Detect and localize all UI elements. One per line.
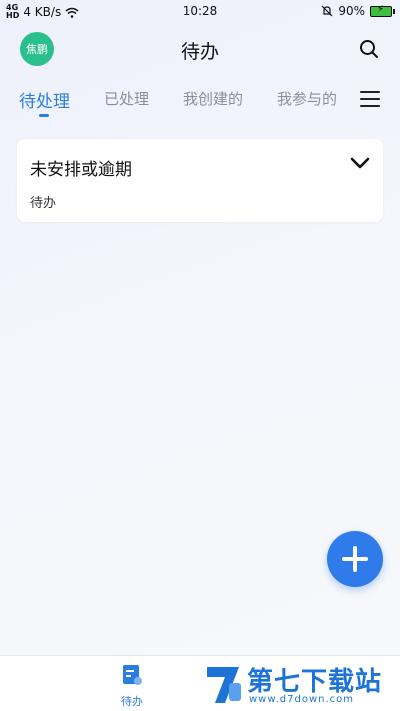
tab-indicator (39, 114, 49, 117)
watermark-url: www.d7down.com (249, 694, 355, 705)
tab-created-by-me[interactable]: 我创建的 (183, 88, 243, 109)
card-subtitle: 待办 (30, 196, 57, 211)
chevron-down-icon[interactable] (349, 154, 371, 172)
watermark-text: 第七下载站 (247, 667, 383, 697)
tab-participated[interactable]: 我参与的 (277, 88, 337, 109)
battery-percent: 90% (338, 4, 365, 18)
page-title: 待办 (180, 41, 219, 63)
status-bar: 4G HD 4 KB/s 10:28 90% ⚡ (0, 0, 400, 22)
watermark: 第七下载站 www.d7down.com (205, 661, 395, 709)
battery-icon: ⚡ (370, 4, 395, 17)
tab-processed[interactable]: 已处理 (104, 88, 149, 109)
nav-label-todo: 待办 (121, 695, 143, 708)
card-title: 未安排或逾期 (30, 160, 132, 180)
add-button[interactable] (327, 531, 383, 587)
tab-bar: 待处理 已处理 我创建的 我参与的 (0, 84, 400, 120)
mute-icon (321, 5, 333, 17)
search-icon[interactable] (358, 38, 380, 60)
todo-icon (123, 665, 142, 685)
tab-pending[interactable]: 待处理 (19, 87, 70, 112)
header: 焦鹏 待办 (0, 28, 400, 70)
watermark-logo-icon (207, 667, 241, 703)
menu-icon[interactable] (360, 91, 380, 111)
nav-item-todo[interactable]: 待办 (112, 664, 152, 709)
unscheduled-overdue-card[interactable]: 未安排或逾期 待办 (17, 139, 383, 222)
